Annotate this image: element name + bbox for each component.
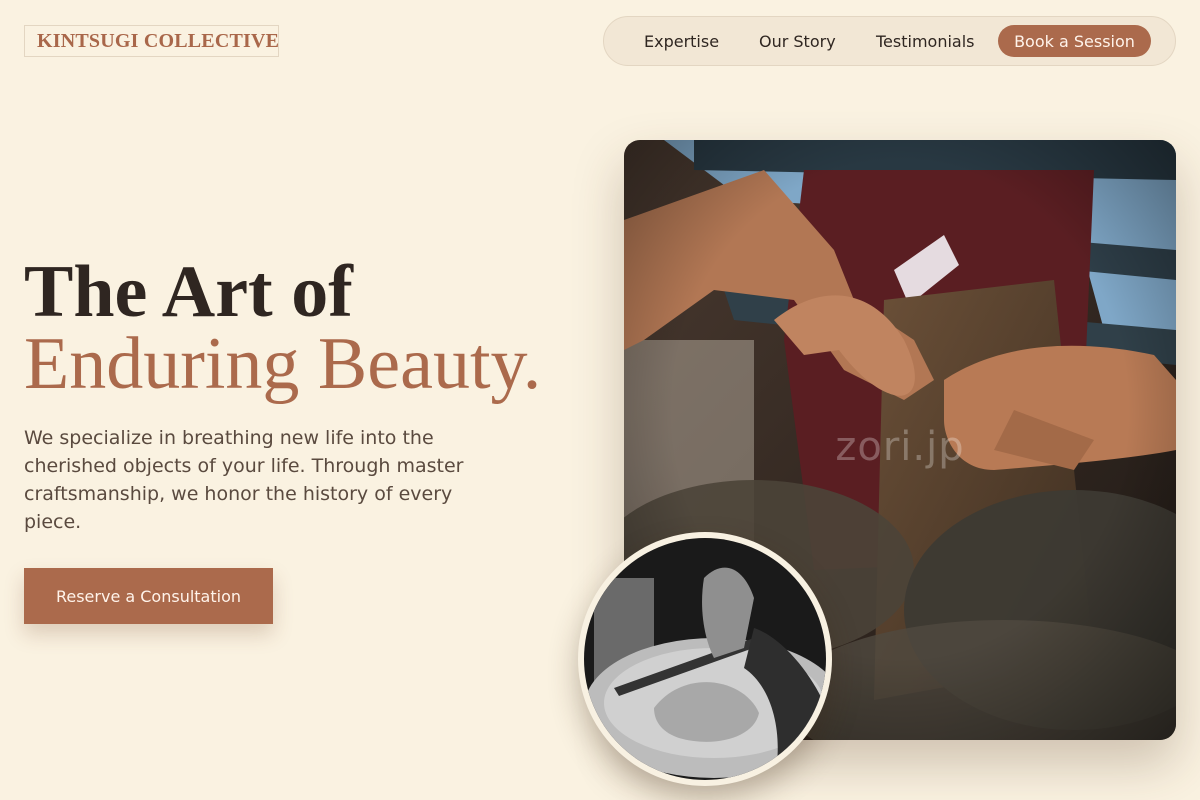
inset-photo-frame <box>578 532 832 786</box>
hero-title-line-2: Enduring Beauty. <box>24 323 542 405</box>
photo-watermark: zori.jp <box>835 424 965 470</box>
carving-inset-photo <box>584 538 826 780</box>
hero-title-line-1: The Art of <box>24 251 353 333</box>
reserve-consultation-button[interactable]: Reserve a Consultation <box>24 568 273 624</box>
nav-link-our-story[interactable]: Our Story <box>759 17 836 65</box>
nav-link-expertise[interactable]: Expertise <box>644 17 719 65</box>
top-navigation: Expertise Our Story Testimonials Book a … <box>603 16 1176 66</box>
brand-logo[interactable]: KINTSUGI COLLECTIVE <box>24 25 279 57</box>
book-session-button[interactable]: Book a Session <box>998 25 1151 57</box>
hero-description: We specialize in breathing new life into… <box>24 427 464 533</box>
nav-link-testimonials[interactable]: Testimonials <box>876 17 975 65</box>
